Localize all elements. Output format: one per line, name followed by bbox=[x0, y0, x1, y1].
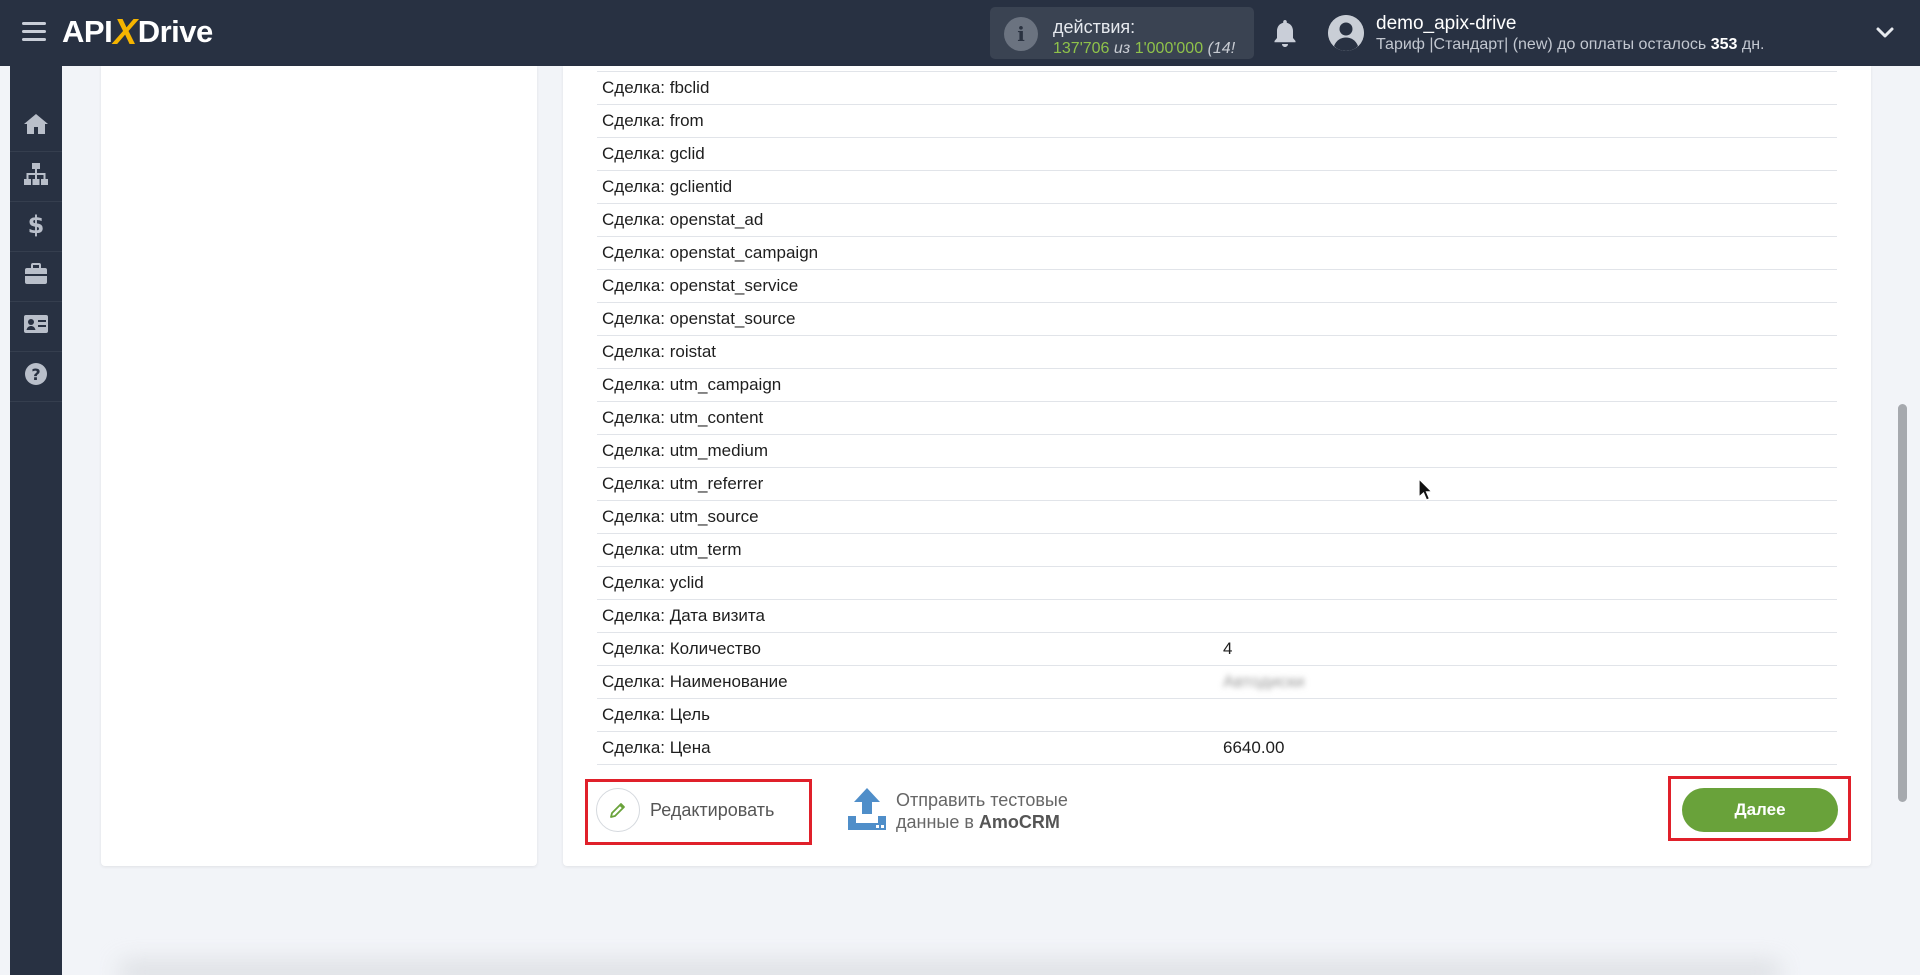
sidebar-item-services[interactable] bbox=[10, 252, 62, 302]
table-row: Сделка: openstat_ad bbox=[597, 204, 1837, 237]
field-label: Сделка: utm_medium bbox=[602, 441, 768, 460]
table-row: Сделка: utm_medium bbox=[597, 435, 1837, 468]
table-row: Сделка: roistat bbox=[597, 336, 1837, 369]
field-label: Сделка: utm_content bbox=[602, 408, 764, 427]
user-name[interactable]: demo_apix-drive bbox=[1376, 13, 1516, 35]
bottom-shadow bbox=[120, 962, 1780, 975]
next-button[interactable]: Далее bbox=[1682, 788, 1838, 832]
dollar-icon: $ bbox=[26, 211, 46, 242]
table-row: Сделка: from bbox=[597, 105, 1837, 138]
table-row: Сделка: yclid bbox=[597, 567, 1837, 600]
send-test-data-label: Отправить тестовые данные в AmoCRM bbox=[896, 789, 1068, 833]
table-row: Сделка: openstat_campaign bbox=[597, 237, 1837, 270]
upload-icon bbox=[846, 786, 888, 837]
plan-text: Тариф |Стандарт| (new) до оплаты осталос… bbox=[1376, 36, 1707, 53]
table-row: Сделка: utm_referrer bbox=[597, 468, 1837, 501]
actions-used: 137'706 bbox=[1053, 40, 1110, 57]
field-label: Сделка: roistat bbox=[602, 342, 717, 361]
actions-title: действия: bbox=[1053, 17, 1136, 37]
svg-text:?: ? bbox=[31, 365, 40, 384]
user-avatar[interactable] bbox=[1328, 15, 1364, 51]
days-left: 353 bbox=[1710, 36, 1738, 53]
svg-text:$: $ bbox=[28, 211, 45, 237]
fields-table: Сделка: fbclid Сделка: from Сделка: gclid С… bbox=[597, 72, 1837, 765]
pencil-icon bbox=[596, 788, 640, 832]
bell-icon[interactable] bbox=[1272, 18, 1298, 48]
field-label: Сделка: utm_source bbox=[602, 507, 759, 526]
edit-button-label: Редактировать bbox=[650, 799, 775, 820]
top-bar: API X Drive i действия: 137'706 из 1'000'0… bbox=[0, 0, 1920, 66]
table-row: Сделка: Цель bbox=[597, 699, 1837, 732]
days-unit: дн. bbox=[1741, 36, 1765, 53]
field-label: Сделка: openstat_ad bbox=[602, 210, 764, 229]
help-icon: ? bbox=[24, 362, 48, 391]
info-icon: i bbox=[1004, 17, 1038, 51]
logo-suffix: Drive bbox=[137, 14, 214, 49]
table-row: Сделка: Дата визита bbox=[597, 600, 1837, 633]
sidebar: $ ? bbox=[10, 66, 62, 975]
field-label: Сделка: Цена bbox=[602, 738, 711, 757]
send-target: AmoCRM bbox=[978, 812, 1060, 832]
table-row: Сделка: Наименование Автодиски bbox=[597, 666, 1837, 699]
send-line-2: данные в AmoCRM bbox=[896, 811, 1068, 833]
chevron-down-icon[interactable] bbox=[1874, 22, 1896, 44]
field-label: Сделка: utm_referrer bbox=[602, 474, 764, 493]
send-line-2-prefix: данные в bbox=[896, 812, 974, 832]
field-label: Сделка: Наименование bbox=[602, 672, 788, 691]
sidebar-item-billing[interactable]: $ bbox=[10, 202, 62, 252]
field-label: Сделка: Дата визита bbox=[602, 606, 765, 625]
actions-extra: (14! bbox=[1207, 40, 1236, 57]
user-plan: Тариф |Стандарт| (new) до оплаты осталос… bbox=[1376, 36, 1764, 54]
table-row: Сделка: openstat_source bbox=[597, 303, 1837, 336]
sidebar-item-connections[interactable] bbox=[10, 152, 62, 202]
table-row: Сделка: gclid bbox=[597, 138, 1837, 171]
field-label: Сделка: gclid bbox=[602, 144, 705, 163]
field-label: Сделка: Цель bbox=[602, 705, 710, 724]
field-label: Сделка: openstat_source bbox=[602, 309, 796, 328]
table-row: Сделка: Количество 4 bbox=[597, 633, 1837, 666]
field-label: Сделка: Количество bbox=[602, 639, 762, 658]
home-icon bbox=[23, 113, 49, 140]
left-panel bbox=[101, 66, 537, 866]
actions-count: 137'706 из 1'000'000 (14! bbox=[1053, 40, 1235, 58]
table-row: Сделка: fbclid bbox=[597, 72, 1837, 105]
briefcase-icon bbox=[24, 263, 48, 290]
logo-x: X bbox=[113, 11, 137, 52]
sidebar-item-help[interactable]: ? bbox=[10, 352, 62, 402]
field-label: Сделка: gclientid bbox=[602, 177, 733, 196]
table-row: Сделка: openstat_service bbox=[597, 270, 1837, 303]
actions-of: из bbox=[1113, 40, 1131, 57]
table-row: Сделка: utm_content bbox=[597, 402, 1837, 435]
field-label: Сделка: from bbox=[602, 111, 704, 130]
send-test-data-button[interactable]: Отправить тестовые данные в AmoCRM bbox=[846, 786, 1068, 836]
field-value: 4 bbox=[1223, 639, 1233, 658]
field-label: Сделка: openstat_service bbox=[602, 276, 799, 295]
table-row: Сделка: Цена 6640.00 bbox=[597, 732, 1837, 765]
logo-prefix: API bbox=[62, 14, 113, 49]
sidebar-item-home[interactable] bbox=[10, 102, 62, 152]
send-line-1: Отправить тестовые bbox=[896, 790, 1068, 810]
id-card-icon bbox=[23, 314, 49, 339]
field-label: Сделка: utm_term bbox=[602, 540, 742, 559]
actions-total: 1'000'000 bbox=[1134, 40, 1204, 57]
field-label: Сделка: fbclid bbox=[602, 78, 710, 97]
table-row: Сделка: gclientid bbox=[597, 171, 1837, 204]
sitemap-icon bbox=[23, 162, 49, 191]
scrollbar-thumb[interactable] bbox=[1898, 404, 1907, 802]
menu-icon[interactable] bbox=[22, 22, 46, 42]
apix-drive-logo[interactable]: API X Drive bbox=[62, 11, 214, 52]
field-label: Сделка: openstat_campaign bbox=[602, 243, 819, 262]
field-label: Сделка: yclid bbox=[602, 573, 704, 592]
field-value: 6640.00 bbox=[1223, 738, 1285, 757]
field-label: Сделка: utm_campaign bbox=[602, 375, 782, 394]
field-value: Автодиски bbox=[1223, 672, 1305, 691]
mouse-cursor-icon bbox=[1418, 477, 1434, 502]
actions-counter: i действия: 137'706 из 1'000'000 (14! bbox=[990, 7, 1254, 59]
table-row: Сделка: utm_term bbox=[597, 534, 1837, 567]
edit-button[interactable]: Редактировать bbox=[596, 787, 796, 833]
sidebar-item-profile[interactable] bbox=[10, 302, 62, 352]
table-row: Сделка: utm_source bbox=[597, 501, 1837, 534]
table-row: Сделка: utm_campaign bbox=[597, 369, 1837, 402]
